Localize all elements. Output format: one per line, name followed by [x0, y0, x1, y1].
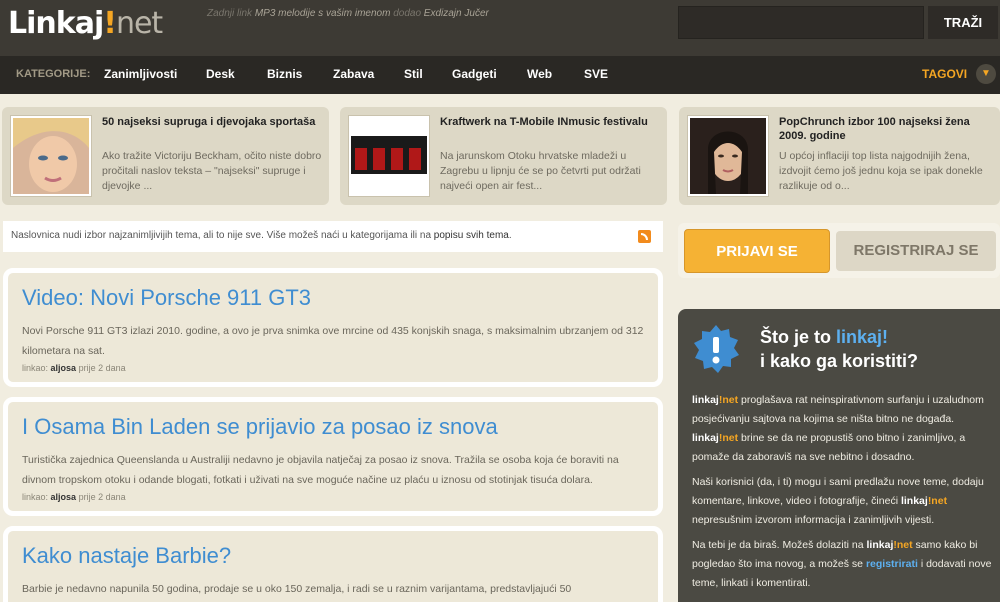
post-time: prije 2 dana	[78, 363, 126, 373]
auth-panel: PRIJAVI SE REGISTRIRAJ SE	[678, 223, 1000, 278]
featured-description: Na jarunskom Otoku hrvatske mladeži u Za…	[440, 150, 641, 192]
featured-card[interactable]: 50 najseksi supruga i djevojaka sportaša…	[2, 107, 329, 205]
kraftwerk-album-image	[351, 118, 427, 194]
featured-thumbnail[interactable]	[348, 115, 430, 197]
logo-domain: net	[115, 6, 163, 41]
featured-description: Ako tražite Victoriju Beckham, očito nis…	[102, 150, 322, 192]
featured-thumbnail[interactable]	[687, 115, 769, 197]
post-title[interactable]: Video: Novi Porsche 911 GT3	[22, 285, 644, 311]
latest-time: Jučer	[464, 8, 489, 19]
logo-text: Linkaj	[8, 6, 104, 41]
featured-title[interactable]: 50 najseksi supruga i djevojaka sportaša	[102, 115, 322, 129]
nav-item-sve[interactable]: SVE	[584, 67, 608, 81]
about-p3: Na tebi je da biraš. Možeš dolaziti na	[692, 539, 864, 551]
categories-label: KATEGORIJE:	[16, 68, 91, 80]
featured-thumbnail[interactable]	[10, 115, 92, 197]
nav-item-stil[interactable]: Stil	[404, 67, 423, 81]
brand-name: linkaj!net	[866, 539, 913, 551]
post-card: I Osama Bin Laden se prijavio za posao i…	[3, 397, 663, 516]
nav-item-zanimljivosti[interactable]: Zanimljivosti	[104, 67, 177, 81]
latest-user[interactable]: Exdizajn	[424, 8, 462, 19]
post-body: Novi Porsche 911 GT3 izlazi 2010. godine…	[22, 325, 644, 357]
featured-card[interactable]: Kraftwerk na T-Mobile INmusic festivalu …	[340, 107, 667, 205]
about-text: linkaj!net proglašava rat neinspirativno…	[692, 391, 992, 599]
post-meta: linkao: aljosa prije 2 dana	[22, 492, 644, 502]
featured-description: U općoj inflaciji top lista najgodnijih …	[779, 150, 983, 192]
nav-item-biznis[interactable]: Biznis	[267, 67, 302, 81]
about-title-prefix: Što je to	[760, 327, 831, 347]
chevron-down-icon[interactable]: ▼	[976, 64, 996, 84]
about-subtitle: i kako ga koristiti?	[760, 351, 919, 371]
woman-portrait-image	[690, 118, 766, 194]
post-meta-prefix: linkao:	[22, 492, 49, 502]
featured-title[interactable]: PopChrunch izbor 100 najseksi žena 2009.…	[779, 115, 999, 143]
latest-link-title[interactable]: MP3 melodije s vašim imenom	[255, 8, 391, 19]
info-bar: Naslovnica nudi izbor najzanimljivijih t…	[3, 221, 663, 252]
logo-exclamation: !	[103, 6, 117, 41]
woman-portrait-image	[13, 118, 89, 194]
tags-link[interactable]: TAGOVI	[922, 67, 967, 81]
all-topics-link[interactable]: popisu svih tema	[434, 230, 509, 241]
brand-name: linkaj!net	[692, 394, 739, 406]
nav-item-gadgeti[interactable]: Gadgeti	[452, 67, 497, 81]
login-button[interactable]: PRIJAVI SE	[684, 229, 830, 273]
register-link[interactable]: registrirati	[866, 558, 918, 570]
nav-item-web[interactable]: Web	[527, 67, 552, 81]
brand-name: linkaj!net	[692, 432, 739, 444]
about-title-link[interactable]: linkaj!	[836, 327, 888, 347]
info-badge-icon	[690, 323, 742, 375]
about-p2b: nepresušnim izvorom informacija i zaniml…	[692, 514, 935, 526]
latest-middle: dodao	[393, 8, 422, 19]
featured-card[interactable]: PopChrunch izbor 100 najseksi žena 2009.…	[679, 107, 1000, 205]
info-end: .	[508, 230, 512, 241]
brand-name: linkaj!net	[900, 495, 948, 507]
register-button[interactable]: REGISTRIRAJ SE	[836, 231, 996, 271]
about-title: Što je to linkaj!	[760, 327, 888, 348]
post-author[interactable]: aljosa	[51, 492, 77, 502]
post-body: Turistička zajednica Queenslanda u Austr…	[22, 454, 619, 486]
post-title[interactable]: Kako nastaje Barbie?	[22, 543, 644, 569]
post-card: Video: Novi Porsche 911 GT3 Novi Porsche…	[3, 268, 663, 387]
post-time: prije 2 dana	[78, 492, 126, 502]
post-title[interactable]: I Osama Bin Laden se prijavio za posao i…	[22, 414, 644, 440]
latest-link-ticker: Zadnji link MP3 melodije s vašim imenom …	[207, 8, 489, 19]
search-button[interactable]: TRAŽI	[928, 6, 998, 39]
post-meta: linkao: aljosa prije 2 dana	[22, 363, 644, 373]
nav-item-zabava[interactable]: Zabava	[333, 67, 374, 81]
post-author[interactable]: aljosa	[51, 363, 77, 373]
site-header: Linkaj!net Zadnji link MP3 melodije s va…	[0, 0, 1000, 56]
post-card: Kako nastaje Barbie? Barbie je nedavno n…	[3, 526, 663, 602]
site-logo[interactable]: Linkaj!net	[8, 6, 163, 41]
category-nav: KATEGORIJE: Zanimljivosti Desk Biznis Za…	[0, 56, 1000, 94]
post-meta-prefix: linkao:	[22, 363, 49, 373]
about-panel: Što je to linkaj! i kako ga koristiti? l…	[678, 309, 1000, 602]
nav-item-desk[interactable]: Desk	[206, 67, 235, 81]
rss-icon[interactable]	[638, 230, 651, 243]
post-body: Barbie je nedavno napunila 50 godina, pr…	[22, 583, 572, 595]
search-input[interactable]	[678, 6, 924, 39]
latest-prefix: Zadnji link	[207, 8, 253, 19]
featured-title[interactable]: Kraftwerk na T-Mobile INmusic festivalu	[440, 115, 660, 129]
info-text: Naslovnica nudi izbor najzanimljivijih t…	[11, 230, 432, 241]
